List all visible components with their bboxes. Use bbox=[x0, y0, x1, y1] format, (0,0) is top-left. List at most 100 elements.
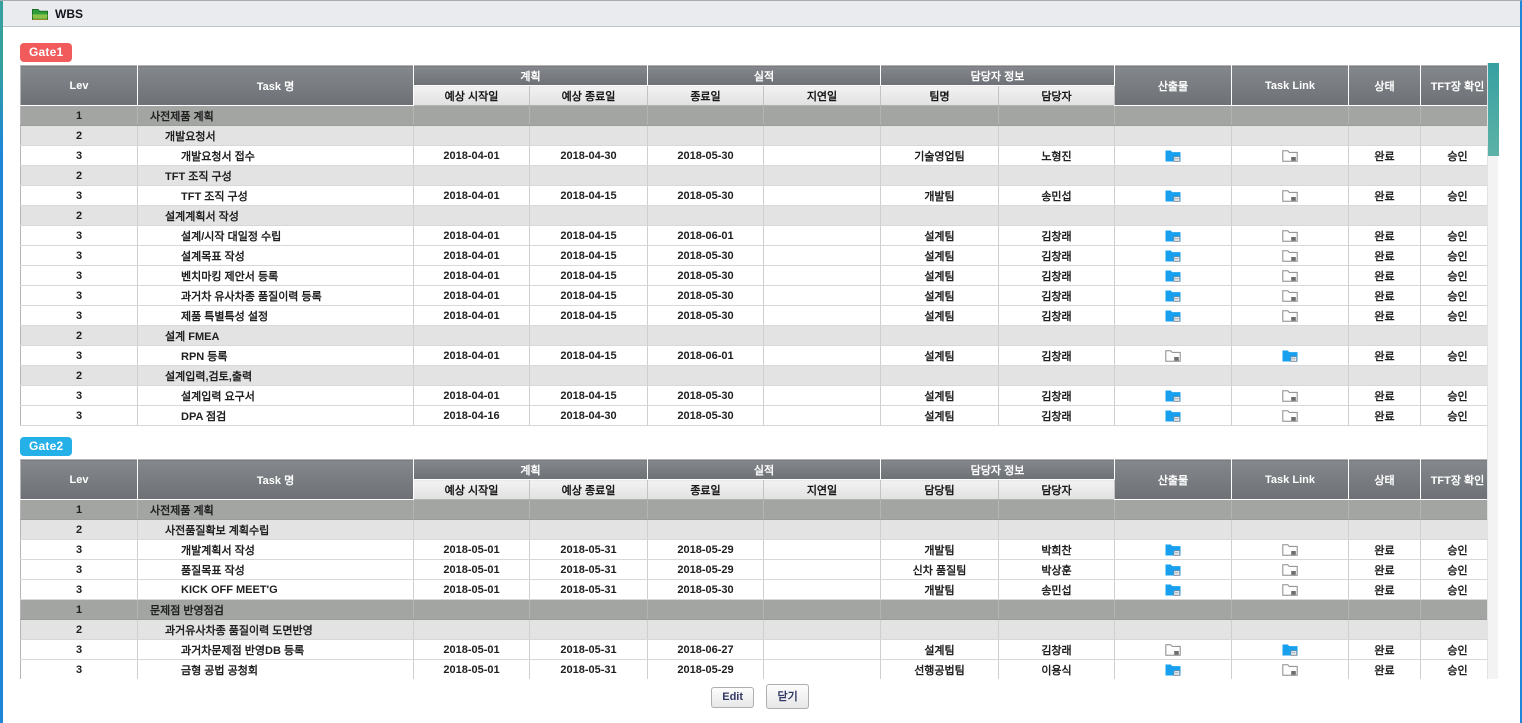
task-name-link[interactable]: TFT 조직 구성 bbox=[138, 186, 414, 206]
task-name: 사전품질확보 계획수립 bbox=[138, 520, 414, 540]
tft-confirm-link[interactable]: 승인 bbox=[1421, 580, 1495, 600]
deliverable-folder-blue-icon[interactable] bbox=[1165, 543, 1181, 556]
tft-confirm-link[interactable]: 승인 bbox=[1421, 226, 1495, 246]
status-cell: 완료 bbox=[1349, 406, 1421, 426]
task-name-link[interactable]: 개발요청서 접수 bbox=[138, 146, 414, 166]
status-cell: 완료 bbox=[1349, 306, 1421, 326]
delay-cell bbox=[764, 406, 881, 426]
delay-cell bbox=[764, 226, 881, 246]
plan-end-cell bbox=[530, 600, 648, 620]
deliverable-cell bbox=[1115, 406, 1232, 426]
vertical-scrollbar[interactable] bbox=[1487, 63, 1498, 679]
col-header-deliverable: 산출물 bbox=[1115, 66, 1232, 106]
task-name-link[interactable]: 설계목표 작성 bbox=[138, 246, 414, 266]
deliverable-folder-blue-icon[interactable] bbox=[1165, 389, 1181, 402]
task-link-cell bbox=[1232, 306, 1349, 326]
task-name-link[interactable]: 벤치마킹 제안서 등록 bbox=[138, 266, 414, 286]
tft-confirm-link[interactable]: 승인 bbox=[1421, 640, 1495, 660]
task-link-cell bbox=[1232, 500, 1349, 520]
tft-confirm-link[interactable]: 승인 bbox=[1421, 146, 1495, 166]
task-name-link[interactable]: RPN 등록 bbox=[138, 346, 414, 366]
owner-cell: 송민섭 bbox=[999, 580, 1115, 600]
deliverable-folder-blue-icon[interactable] bbox=[1165, 289, 1181, 302]
task-name-link[interactable]: 품질목표 작성 bbox=[138, 560, 414, 580]
owner-cell: 김창래 bbox=[999, 246, 1115, 266]
task-name-link[interactable]: 금형 공법 공청회 bbox=[138, 660, 414, 680]
task-name-link[interactable]: 과거차 유사차종 품질이력 등록 bbox=[138, 286, 414, 306]
lev-cell: 3 bbox=[21, 306, 138, 326]
plan-start-cell bbox=[414, 500, 530, 520]
deliverable-folder-gray-icon[interactable] bbox=[1165, 349, 1181, 362]
task-link-cell bbox=[1232, 580, 1349, 600]
deliverable-folder-gray-icon[interactable] bbox=[1165, 643, 1181, 656]
task-link-folder-blue-icon[interactable] bbox=[1282, 643, 1298, 656]
task-link-cell bbox=[1232, 266, 1349, 286]
owner-cell bbox=[999, 600, 1115, 620]
deliverable-folder-blue-icon[interactable] bbox=[1165, 249, 1181, 262]
tft-confirm-link[interactable]: 승인 bbox=[1421, 540, 1495, 560]
col-header-owner-info: 담당자 정보 bbox=[881, 66, 1115, 86]
task-name-link[interactable]: 과거차문제점 반영DB 등록 bbox=[138, 640, 414, 660]
task-link-folder-gray-icon[interactable] bbox=[1282, 269, 1298, 282]
close-button[interactable]: 닫기 bbox=[766, 684, 808, 709]
deliverable-folder-blue-icon[interactable] bbox=[1165, 663, 1181, 676]
plan-start-cell bbox=[414, 600, 530, 620]
tft-confirm-link[interactable]: 승인 bbox=[1421, 286, 1495, 306]
task-link-folder-gray-icon[interactable] bbox=[1282, 289, 1298, 302]
task-link-cell bbox=[1232, 560, 1349, 580]
task-link-folder-gray-icon[interactable] bbox=[1282, 543, 1298, 556]
tft-confirm-link[interactable]: 승인 bbox=[1421, 560, 1495, 580]
task-link-folder-gray-icon[interactable] bbox=[1282, 309, 1298, 322]
edit-button[interactable]: Edit bbox=[711, 687, 754, 708]
task-name-link[interactable]: 설계입력 요구서 bbox=[138, 386, 414, 406]
task-link-cell bbox=[1232, 146, 1349, 166]
task-name-link[interactable]: 개발계획서 작성 bbox=[138, 540, 414, 560]
task-link-folder-blue-icon[interactable] bbox=[1282, 349, 1298, 362]
task-link-folder-gray-icon[interactable] bbox=[1282, 189, 1298, 202]
deliverable-folder-blue-icon[interactable] bbox=[1165, 309, 1181, 322]
tft-confirm-link bbox=[1421, 126, 1495, 146]
deliverable-folder-blue-icon[interactable] bbox=[1165, 563, 1181, 576]
team-cell: 설계팀 bbox=[881, 386, 999, 406]
deliverable-folder-blue-icon[interactable] bbox=[1165, 583, 1181, 596]
tft-confirm-link[interactable]: 승인 bbox=[1421, 346, 1495, 366]
task-link-folder-gray-icon[interactable] bbox=[1282, 583, 1298, 596]
table-row: 1문제점 반영점검 bbox=[21, 600, 1495, 620]
status-cell: 완료 bbox=[1349, 540, 1421, 560]
deliverable-folder-blue-icon[interactable] bbox=[1165, 149, 1181, 162]
tft-confirm-link[interactable]: 승인 bbox=[1421, 406, 1495, 426]
lev-cell: 2 bbox=[21, 166, 138, 186]
plan-end-cell: 2018-04-15 bbox=[530, 266, 648, 286]
actual-end-cell bbox=[648, 326, 764, 346]
tft-confirm-link[interactable]: 승인 bbox=[1421, 386, 1495, 406]
task-name-link[interactable]: DPA 점검 bbox=[138, 406, 414, 426]
task-link-folder-gray-icon[interactable] bbox=[1282, 249, 1298, 262]
task-link-folder-gray-icon[interactable] bbox=[1282, 229, 1298, 242]
tft-confirm-link[interactable]: 승인 bbox=[1421, 186, 1495, 206]
tft-confirm-link[interactable]: 승인 bbox=[1421, 266, 1495, 286]
tft-confirm-link[interactable]: 승인 bbox=[1421, 306, 1495, 326]
col-header-plan-start: 예상 시작일 bbox=[414, 86, 530, 106]
task-link-folder-gray-icon[interactable] bbox=[1282, 409, 1298, 422]
task-name-link[interactable]: 제품 특별특성 설정 bbox=[138, 306, 414, 326]
status-cell bbox=[1349, 126, 1421, 146]
tft-confirm-link[interactable]: 승인 bbox=[1421, 660, 1495, 680]
plan-start-cell: 2018-04-01 bbox=[414, 226, 530, 246]
scrollbar-thumb[interactable] bbox=[1488, 63, 1499, 156]
task-link-folder-gray-icon[interactable] bbox=[1282, 389, 1298, 402]
task-link-folder-gray-icon[interactable] bbox=[1282, 663, 1298, 676]
status-cell: 완료 bbox=[1349, 266, 1421, 286]
task-name-link[interactable]: KICK OFF MEET'G bbox=[138, 580, 414, 600]
tft-confirm-link[interactable]: 승인 bbox=[1421, 246, 1495, 266]
task-link-folder-gray-icon[interactable] bbox=[1282, 149, 1298, 162]
task-name-link[interactable]: 설계/시작 대일정 수립 bbox=[138, 226, 414, 246]
deliverable-cell bbox=[1115, 640, 1232, 660]
deliverable-folder-blue-icon[interactable] bbox=[1165, 269, 1181, 282]
delay-cell bbox=[764, 106, 881, 126]
deliverable-folder-blue-icon[interactable] bbox=[1165, 229, 1181, 242]
gate-section: Gate2 Lev Task 명 계획 실적 담당자 정보 산출물 Task L… bbox=[20, 437, 1520, 679]
task-link-cell bbox=[1232, 346, 1349, 366]
deliverable-folder-blue-icon[interactable] bbox=[1165, 189, 1181, 202]
deliverable-folder-blue-icon[interactable] bbox=[1165, 409, 1181, 422]
task-link-folder-gray-icon[interactable] bbox=[1282, 563, 1298, 576]
